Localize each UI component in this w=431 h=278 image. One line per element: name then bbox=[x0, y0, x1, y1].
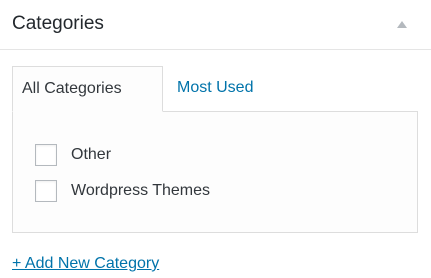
add-new-category-link[interactable]: + Add New Category bbox=[12, 254, 159, 274]
category-list-panel: Other Wordpress Themes bbox=[12, 111, 418, 233]
category-checkbox[interactable] bbox=[35, 180, 57, 202]
category-item-wordpress-themes[interactable]: Wordpress Themes bbox=[35, 178, 210, 204]
collapse-arrow-icon[interactable] bbox=[397, 21, 407, 28]
tab-all-categories[interactable]: All Categories bbox=[12, 66, 163, 112]
tab-most-used[interactable]: Most Used bbox=[177, 66, 253, 112]
category-label: Wordpress Themes bbox=[71, 182, 211, 199]
category-item-other[interactable]: Other bbox=[35, 142, 111, 168]
panel-title: Categories bbox=[12, 13, 104, 34]
category-label: Other bbox=[71, 146, 112, 163]
category-checkbox[interactable] bbox=[35, 144, 57, 166]
categories-header: Categories bbox=[0, 0, 431, 50]
